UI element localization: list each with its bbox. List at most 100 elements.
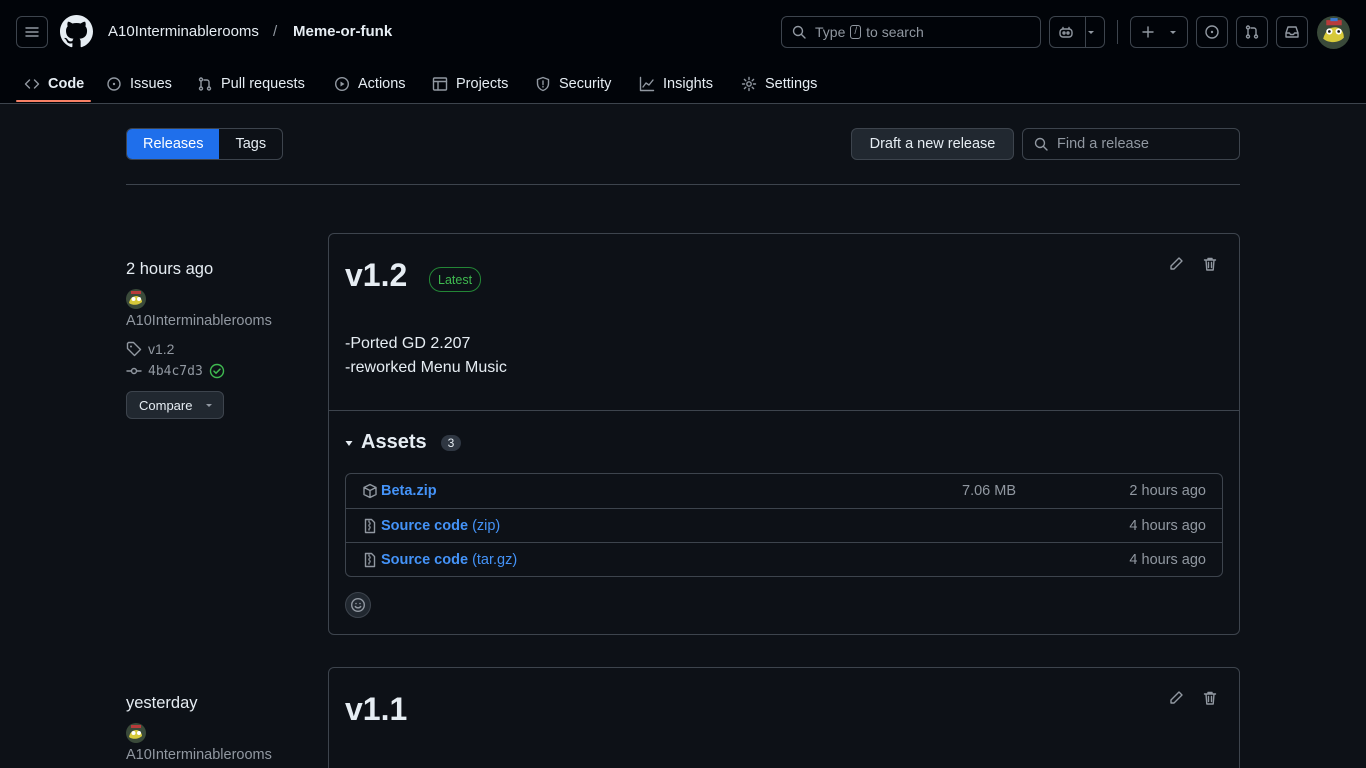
trash-icon[interactable] bbox=[1202, 256, 1218, 272]
chevron-down-icon bbox=[1170, 31, 1176, 34]
search-suffix: to search bbox=[866, 24, 924, 40]
asset-link[interactable]: Source code (tar.gz) bbox=[381, 552, 517, 568]
file-zip-icon bbox=[364, 552, 376, 567]
chevron-down-icon bbox=[206, 404, 213, 407]
inbox-button[interactable] bbox=[1276, 16, 1308, 48]
issues-button[interactable] bbox=[1196, 16, 1228, 48]
releases-tags-switch: Releases Tags bbox=[126, 128, 284, 160]
header-divider bbox=[1117, 20, 1118, 44]
pencil-icon[interactable] bbox=[1168, 690, 1184, 706]
tab-actions-label: Actions bbox=[358, 76, 406, 92]
copilot-icon bbox=[1059, 26, 1073, 38]
release-tag[interactable]: v1.2 bbox=[126, 341, 174, 357]
releases-toggle[interactable]: Releases bbox=[127, 129, 220, 159]
verified-check-icon bbox=[209, 363, 224, 379]
release-note-line: -Ported GD 2.207 bbox=[345, 335, 471, 352]
tab-code[interactable]: Code bbox=[16, 64, 92, 104]
tab-actions[interactable]: Actions bbox=[326, 64, 414, 104]
tab-insights-label: Insights bbox=[663, 76, 713, 92]
release-author[interactable]: A10Interminablerooms bbox=[126, 723, 291, 766]
tab-insights[interactable]: Insights bbox=[631, 64, 721, 104]
assets-toggle[interactable]: Assets 3 bbox=[345, 431, 462, 454]
release-commit[interactable]: 4b4c7d3 bbox=[126, 363, 225, 379]
shield-icon bbox=[536, 76, 550, 92]
trash-icon[interactable] bbox=[1202, 690, 1218, 706]
asset-name: Source code bbox=[381, 517, 469, 534]
release-tag-label: v1.2 bbox=[148, 341, 175, 357]
find-release-placeholder: Find a release bbox=[1057, 136, 1149, 152]
search-icon bbox=[1034, 137, 1048, 151]
search-prefix: Type bbox=[815, 24, 846, 40]
inbox-icon bbox=[1285, 26, 1299, 38]
add-reaction-button[interactable] bbox=[345, 592, 371, 618]
pencil-icon[interactable] bbox=[1168, 256, 1184, 272]
release-commit-sha: 4b4c7d3 bbox=[148, 363, 203, 379]
asset-link[interactable]: Beta.zip bbox=[381, 483, 437, 499]
create-new-button[interactable] bbox=[1130, 16, 1188, 48]
smiley-icon bbox=[350, 597, 366, 613]
pull-request-icon bbox=[198, 77, 212, 91]
release-time: 2 hours ago bbox=[126, 260, 214, 278]
commit-icon bbox=[126, 367, 142, 375]
asset-row: Source code (zip) 4 hours ago bbox=[346, 508, 1222, 542]
gear-icon bbox=[741, 76, 757, 92]
breadcrumb-separator: / bbox=[273, 23, 278, 40]
caret-down-icon bbox=[345, 440, 353, 446]
release-author-name: A10Interminablerooms bbox=[126, 747, 272, 763]
release-notes: -Ported GD 2.207 -reworked Menu Music bbox=[345, 332, 507, 380]
divider bbox=[126, 184, 1240, 185]
file-zip-icon bbox=[364, 518, 376, 533]
asset-name: Source code bbox=[381, 551, 469, 568]
asset-suffix: (zip) bbox=[472, 517, 501, 534]
asset-date: 2 hours ago bbox=[1129, 483, 1206, 499]
release-card: v1.2 Latest -Ported GD 2.207 -reworked M… bbox=[328, 233, 1240, 635]
assets-count-badge: 3 bbox=[440, 434, 462, 451]
tab-pull-requests[interactable]: Pull requests bbox=[189, 64, 313, 104]
release-author-name: A10Interminablerooms bbox=[126, 313, 272, 329]
tab-settings-label: Settings bbox=[765, 76, 818, 92]
release-title[interactable]: v1.1 bbox=[345, 691, 407, 728]
breadcrumb-owner[interactable]: A10Interminablerooms bbox=[108, 23, 259, 41]
asset-row: Beta.zip 7.06 MB 2 hours ago bbox=[346, 474, 1222, 508]
tab-selected-indicator bbox=[16, 100, 91, 102]
asset-name: Beta.zip bbox=[381, 483, 437, 499]
tab-code-label: Code bbox=[48, 76, 85, 92]
find-release-input[interactable]: Find a release bbox=[1022, 128, 1240, 160]
table-icon bbox=[432, 77, 448, 91]
card-divider bbox=[329, 410, 1239, 411]
asset-date: 4 hours ago bbox=[1129, 551, 1206, 568]
search-input[interactable]: Type / to search bbox=[781, 16, 1041, 48]
tags-toggle[interactable]: Tags bbox=[219, 129, 282, 159]
pull-requests-button[interactable] bbox=[1236, 16, 1268, 48]
tab-security-label: Security bbox=[559, 76, 612, 92]
package-icon bbox=[363, 483, 377, 499]
github-logo-icon[interactable] bbox=[60, 15, 93, 48]
tab-projects-label: Projects bbox=[456, 76, 509, 92]
compare-button[interactable]: Compare bbox=[126, 391, 224, 419]
code-icon bbox=[24, 79, 40, 89]
tab-settings[interactable]: Settings bbox=[733, 64, 825, 104]
release-title[interactable]: v1.2 bbox=[345, 257, 407, 294]
tab-issues[interactable]: Issues bbox=[98, 64, 180, 104]
graph-icon bbox=[639, 76, 655, 92]
app-header: A10Interminablerooms / Meme-or-funk Type… bbox=[0, 0, 1366, 104]
chevron-down-icon bbox=[1088, 31, 1094, 34]
tab-security[interactable]: Security bbox=[527, 64, 619, 104]
tab-projects[interactable]: Projects bbox=[424, 64, 516, 104]
play-icon bbox=[334, 76, 350, 92]
compare-label: Compare bbox=[139, 397, 193, 413]
release-note-line: -reworked Menu Music bbox=[345, 359, 507, 376]
latest-badge: Latest bbox=[429, 267, 482, 292]
tab-pull-requests-label: Pull requests bbox=[221, 76, 305, 92]
breadcrumb-repo[interactable]: Meme-or-funk bbox=[293, 23, 392, 41]
copilot-button[interactable] bbox=[1049, 16, 1105, 48]
issue-icon bbox=[107, 77, 121, 91]
asset-link[interactable]: Source code (zip) bbox=[381, 518, 500, 534]
draft-release-button[interactable]: Draft a new release bbox=[851, 128, 1014, 160]
avatar[interactable] bbox=[1317, 16, 1350, 49]
asset-date: 4 hours ago bbox=[1129, 517, 1206, 534]
assets-heading: Assets bbox=[361, 431, 427, 453]
author-avatar bbox=[126, 289, 146, 309]
menu-button[interactable] bbox=[16, 16, 48, 48]
release-author[interactable]: A10Interminablerooms bbox=[126, 289, 291, 332]
